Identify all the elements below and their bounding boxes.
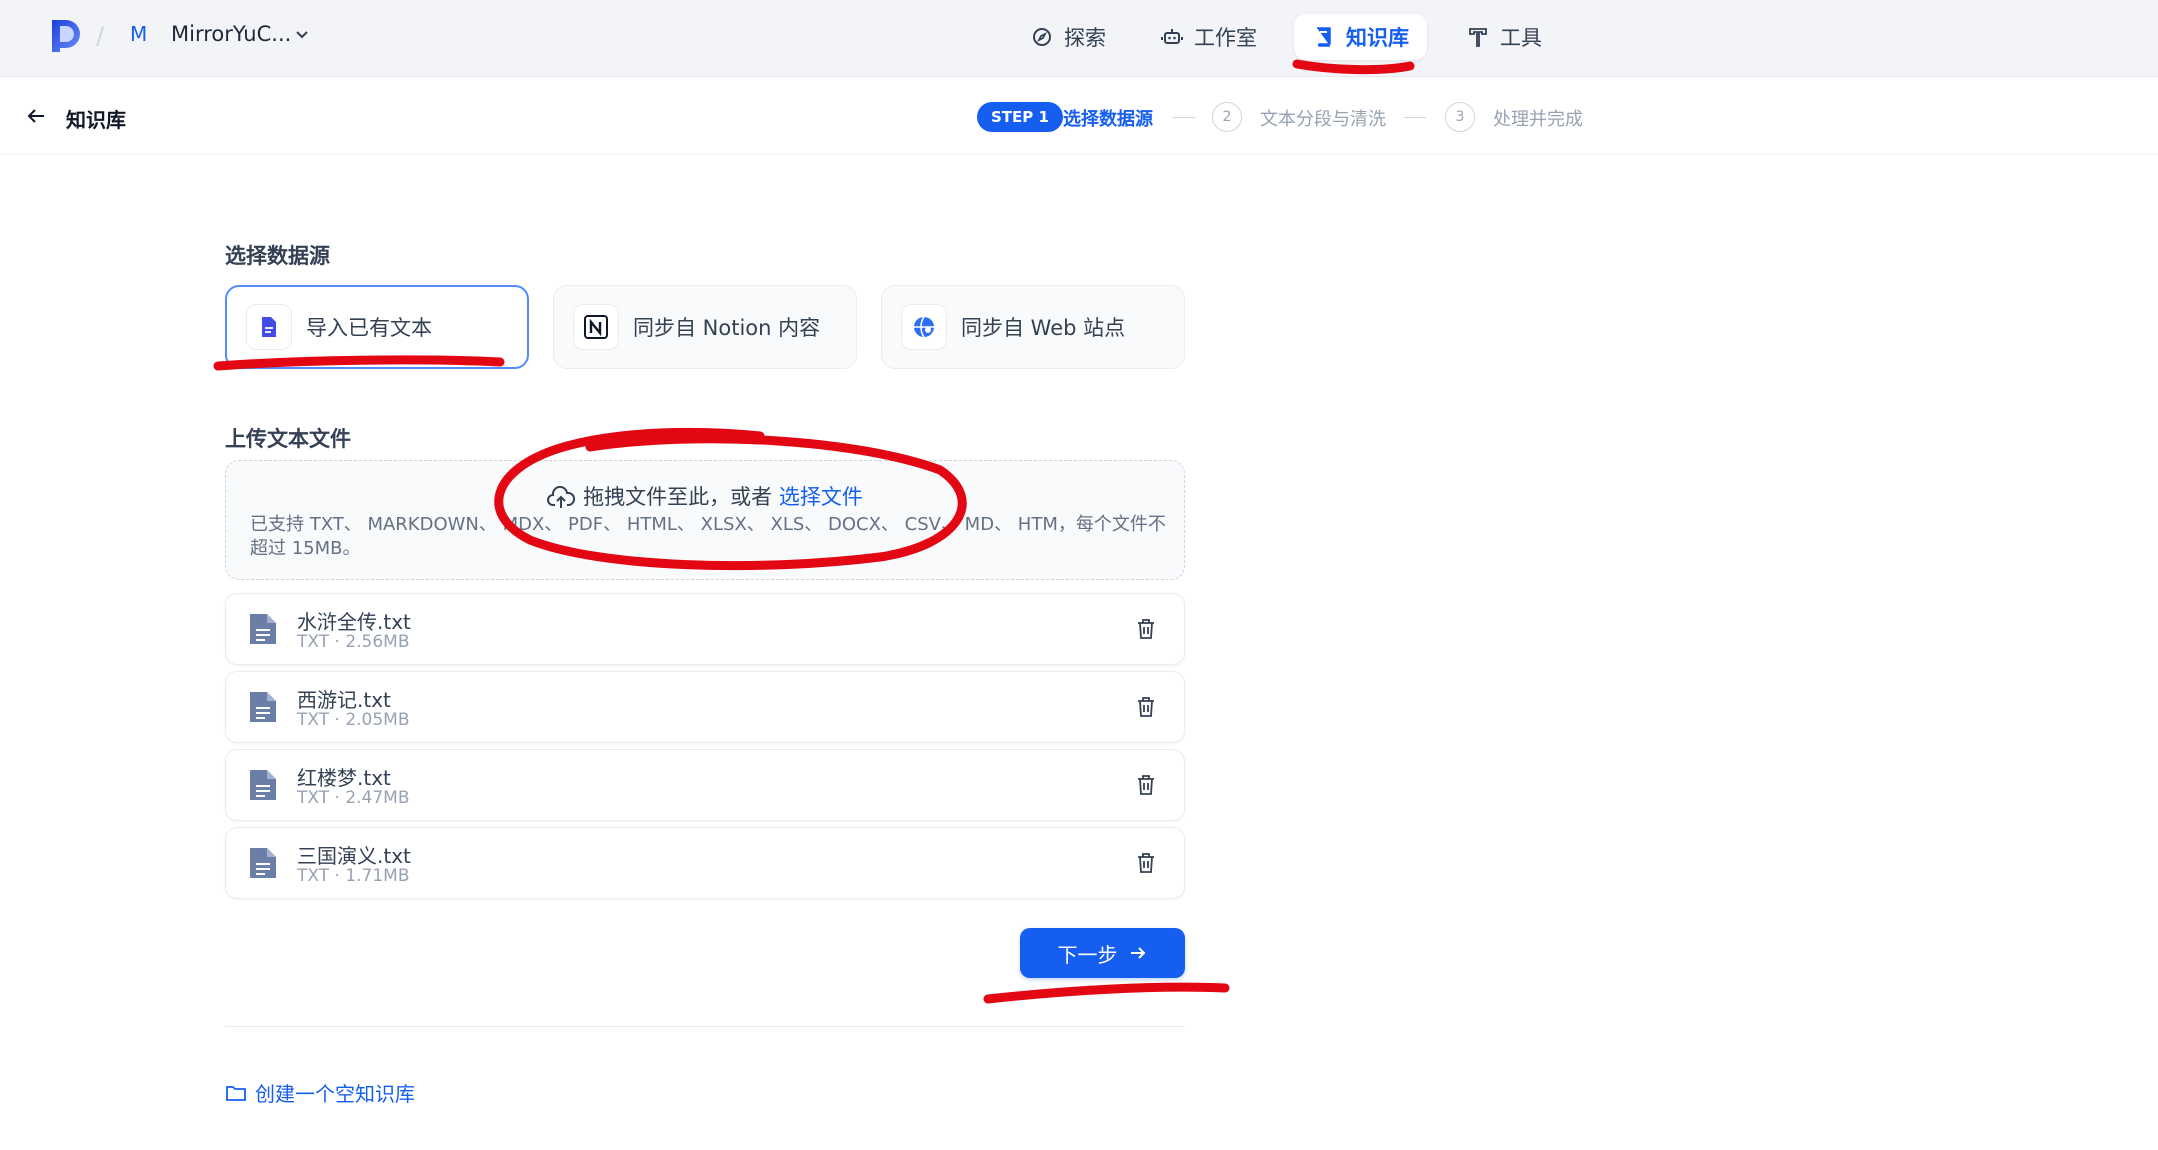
document-icon (250, 614, 276, 644)
create-empty-knowledge-label: 创建一个空知识库 (255, 1082, 415, 1106)
app-logo-icon[interactable] (48, 18, 84, 54)
nav-knowledge-label: 知识库 (1346, 26, 1409, 50)
create-empty-knowledge-link[interactable]: 创建一个空知识库 (225, 1078, 415, 1107)
nav-studio-label: 工作室 (1194, 26, 1257, 50)
file-text-icon (246, 304, 292, 350)
notion-icon (573, 304, 619, 350)
nav-studio[interactable]: 工作室 (1142, 14, 1275, 60)
step-connector (1404, 117, 1426, 118)
choose-file-link[interactable]: 选择文件 (779, 485, 863, 509)
file-meta: TXT · 2.47MB (297, 788, 410, 808)
trash-icon[interactable] (1134, 617, 1158, 641)
trash-icon[interactable] (1134, 695, 1158, 719)
breadcrumb-separator: / (96, 22, 105, 50)
file-item: 三国演义.txt TXT · 1.71MB (225, 827, 1185, 899)
chevron-down-icon[interactable] (294, 26, 310, 42)
nav-tools-label: 工具 (1500, 26, 1542, 50)
file-item: 水浒全传.txt TXT · 2.56MB (225, 593, 1185, 665)
file-name: 水浒全传.txt (297, 610, 411, 634)
nav-explore-label: 探索 (1064, 26, 1106, 50)
step-1-badge: STEP 1 (977, 102, 1063, 132)
trash-icon[interactable] (1134, 773, 1158, 797)
step-1-label: 选择数据源 (1063, 109, 1153, 130)
file-meta: TXT · 2.05MB (297, 710, 410, 730)
document-icon (250, 770, 276, 800)
compass-icon (1033, 28, 1051, 46)
step-2-number: 2 (1212, 102, 1242, 132)
cloud-upload-icon (547, 485, 576, 508)
file-meta: TXT · 2.56MB (297, 632, 410, 652)
robot-icon (1161, 29, 1183, 44)
step-2-label: 文本分段与清洗 (1260, 109, 1386, 130)
file-item: 红楼梦.txt TXT · 2.47MB (225, 749, 1185, 821)
step-3-label: 处理并完成 (1493, 109, 1583, 130)
step-3-number: 3 (1445, 102, 1475, 132)
top-navigation-bar: / M MirrorYuC... 探索 工作室 知识库 工具 (0, 0, 2158, 77)
datasource-option-notion[interactable]: 同步自 Notion 内容 (553, 285, 857, 369)
file-item: 西游记.txt TXT · 2.05MB (225, 671, 1185, 743)
document-icon (250, 692, 276, 722)
file-dropzone[interactable]: 拖拽文件至此，或者 选择文件 已支持 TXT、 MARKDOWN、 MDX、 P… (225, 460, 1185, 580)
file-meta: TXT · 1.71MB (297, 866, 410, 886)
supported-formats-hint: 已支持 TXT、 MARKDOWN、 MDX、 PDF、 HTML、 XLSX、… (250, 514, 1166, 559)
step-connector (1173, 117, 1195, 118)
datasource-option-label: 同步自 Notion 内容 (633, 316, 821, 340)
hammer-icon (1469, 28, 1487, 47)
datasource-option-label: 同步自 Web 站点 (961, 316, 1126, 340)
book-icon (1317, 27, 1331, 47)
datasource-option-web[interactable]: 同步自 Web 站点 (881, 285, 1185, 369)
dropzone-prompt: 拖拽文件至此，或者 选择文件 (226, 481, 1184, 511)
nav-tools[interactable]: 工具 (1448, 14, 1560, 60)
datasource-option-file[interactable]: 导入已有文本 (225, 285, 529, 369)
dropzone-text: 拖拽文件至此，或者 (583, 485, 773, 509)
nav-knowledge[interactable]: 知识库 (1294, 14, 1427, 60)
next-step-label: 下一步 (1057, 942, 1118, 967)
file-name: 红楼梦.txt (297, 766, 391, 790)
workspace-name[interactable]: MirrorYuC... (171, 22, 291, 46)
datasource-section-title: 选择数据源 (225, 244, 330, 268)
folder-icon (226, 1085, 246, 1101)
back-arrow-icon[interactable] (24, 104, 48, 128)
workspace-badge[interactable]: M (130, 22, 147, 46)
page-title: 知识库 (66, 108, 126, 132)
nav-explore[interactable]: 探索 (1012, 14, 1124, 60)
arrow-right-icon (1130, 947, 1145, 959)
upload-section-title: 上传文本文件 (225, 427, 351, 451)
document-icon (250, 848, 276, 878)
datasource-option-label: 导入已有文本 (306, 316, 432, 340)
divider (225, 1026, 1185, 1027)
file-name: 西游记.txt (297, 688, 391, 712)
next-step-button[interactable]: 下一步 (1020, 928, 1185, 978)
web-icon (901, 304, 947, 350)
file-name: 三国演义.txt (297, 844, 411, 868)
trash-icon[interactable] (1134, 851, 1158, 875)
